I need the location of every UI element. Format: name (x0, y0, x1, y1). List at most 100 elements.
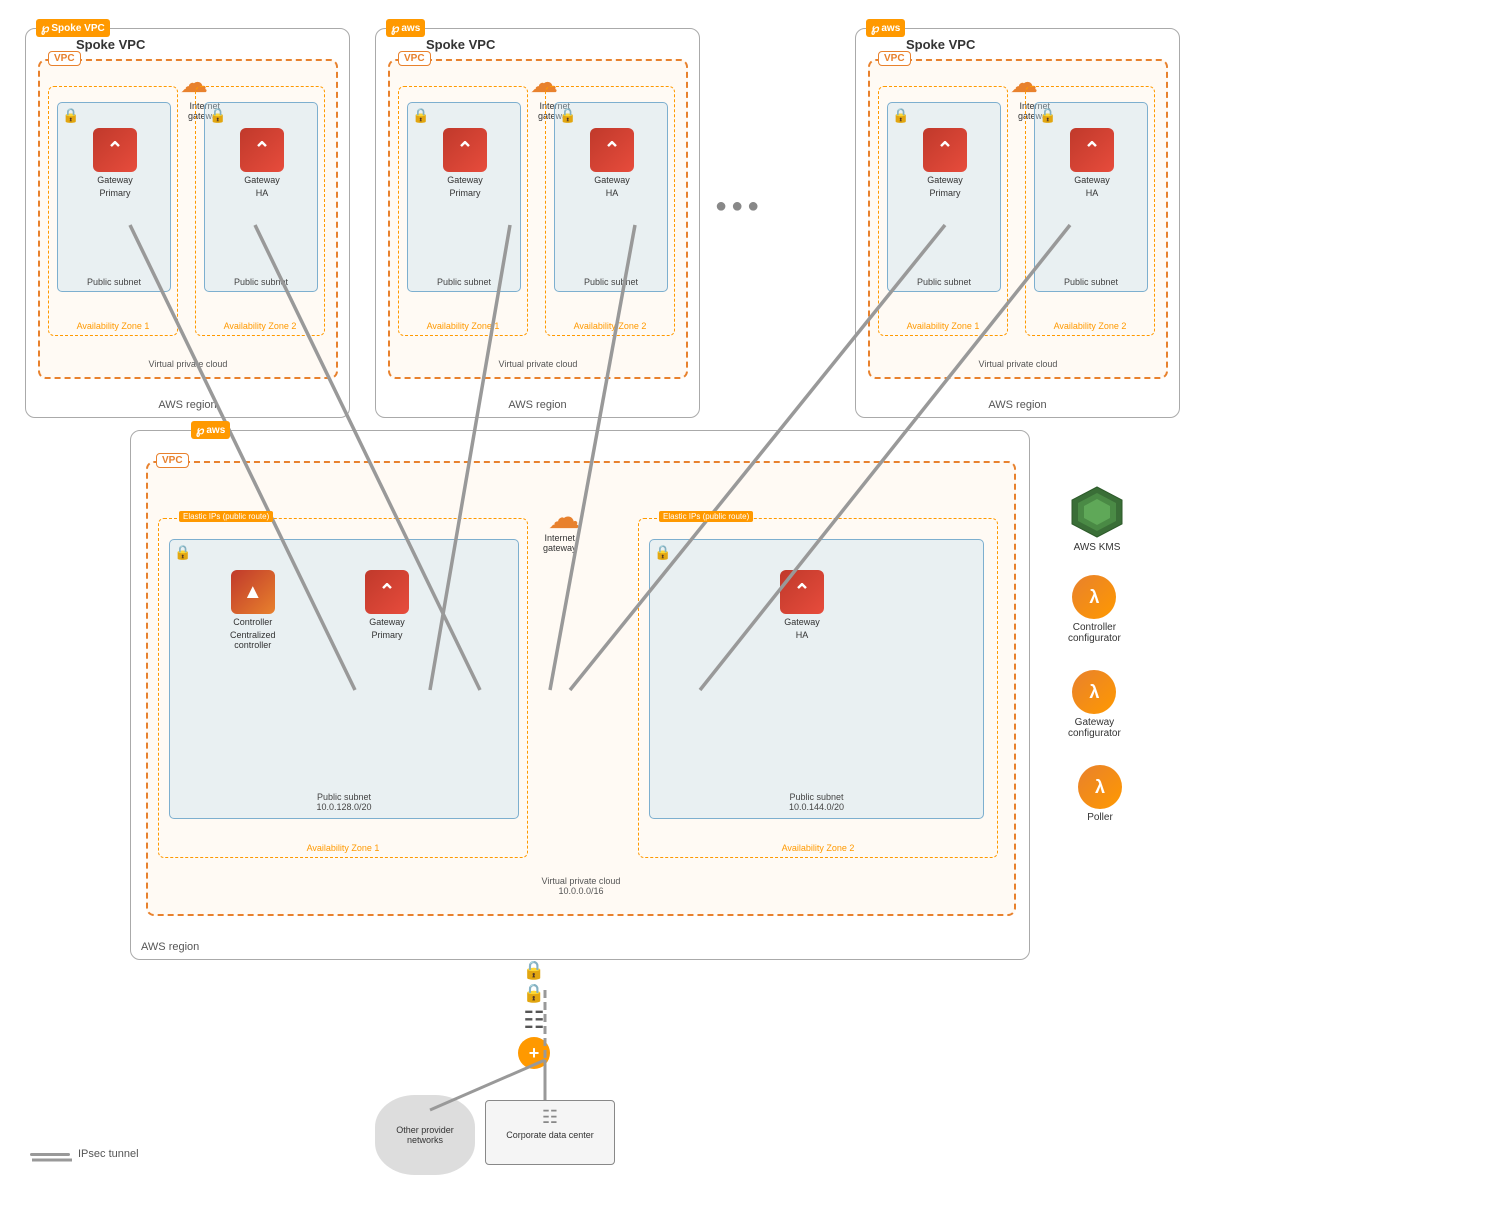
gw-ha-spoke2: ⌃ Gateway HA (590, 128, 634, 198)
corp-label: Corporate data center (496, 1130, 604, 1140)
az1-box-spoke1: 🔒 ⌃ Gateway Primary Public subnet Availa… (48, 86, 178, 336)
gw-primary-spoke2: ⌃ Gateway Primary (443, 128, 487, 198)
subnet-label-ha-spoke3: Public subnet (1064, 277, 1118, 287)
aws-region-hub: AWS region (141, 941, 199, 953)
az2-box-hub: Elastic IPs (public route) 🔒 ⌃ Gateway H… (638, 518, 998, 858)
gateway-configurator-label: Gatewayconfigurator (1068, 717, 1121, 739)
subnet-label-primary-spoke3: Public subnet (917, 277, 971, 287)
gw-primary-hub: ⌃ Gateway Primary (365, 570, 409, 640)
az2-label-spoke1: Availability Zone 2 (224, 321, 297, 331)
az2-box-spoke3: 🔒 ⌃ Gateway HA Public subnet Availabilit… (1025, 86, 1155, 336)
lambda-icon-3: λ (1078, 765, 1122, 809)
subnet-label-ha-spoke1: Public subnet (234, 277, 288, 287)
aws-region-spoke2: AWS region (508, 399, 566, 411)
az2-label-spoke3: Availability Zone 2 (1054, 321, 1127, 331)
elastic-label-1: Elastic IPs (public route) (179, 511, 273, 522)
az1-label-spoke2: Availability Zone 1 (427, 321, 500, 331)
lock-ha-spoke1: 🔒 (209, 107, 226, 124)
gw-ha-hub: ⌃ Gateway HA (780, 570, 824, 640)
vpc-cidr-label: Virtual private cloud10.0.0.0/16 (542, 876, 621, 896)
vpc-box-hub: VPC ☁ Internetgateway Elastic IPs (publi… (146, 461, 1016, 916)
subnet-ha-spoke3: 🔒 ⌃ Gateway HA Public subnet (1034, 102, 1148, 292)
az1-label-spoke1: Availability Zone 1 (77, 321, 150, 331)
lock-az2-hub: 🔒 (654, 544, 671, 561)
hub-region-box: ℘ aws VPC ☁ Internetgateway Elastic IPs … (130, 430, 1030, 960)
subnet-label-az2-hub: Public subnet10.0.144.0/20 (789, 792, 844, 812)
igw-label-hub: Internetgateway (543, 533, 577, 553)
spoke1-title: Spoke VPC (76, 37, 145, 52)
controller-configurator-label: Controllerconfigurator (1068, 622, 1121, 644)
lock-vpn-1: 🔒 (523, 960, 545, 981)
lock-az1-hub: 🔒 (174, 544, 191, 561)
subnet-ha-spoke2: 🔒 ⌃ Gateway HA Public subnet (554, 102, 668, 292)
controller-configurator-icon: λ Controllerconfigurator (1068, 575, 1121, 644)
subnet-az1-hub: 🔒 ▲ Controller Centralizedcontroller ⌃ G… (169, 539, 519, 819)
aws-badge-spoke1: ℘ Spoke VPC (36, 19, 110, 37)
vpc-inner-label-spoke1: Virtual private cloud (149, 359, 228, 369)
aws-region-spoke1: AWS region (158, 399, 216, 411)
vpc-label-hub: VPC (156, 453, 189, 468)
region-box-spoke2: ℘ aws Spoke VPC VPC ☁ 🔒 ⌃ Gateway Primar… (375, 28, 700, 418)
az2-box-spoke1: 🔒 ⌃ Gateway HA Public subnet Availabilit… (195, 86, 325, 336)
region-box-spoke3: ℘ aws Spoke VPC VPC ☁ 🔒 ⌃ Gateway Primar… (855, 28, 1180, 418)
gw-primary-spoke3: ⌃ Gateway Primary (923, 128, 967, 198)
vpc-inner-label-spoke3: Virtual private cloud (979, 359, 1058, 369)
lock-primary-spoke3: 🔒 (892, 107, 909, 124)
subnet-ha-spoke1: 🔒 ⌃ Gateway HA Public subnet (204, 102, 318, 292)
vpn-plus-icon: + (518, 1037, 550, 1069)
subnet-label-ha-spoke2: Public subnet (584, 277, 638, 287)
main-canvas: ℘ Spoke VPC Spoke VPC VPC ☁ 🔒 ⌃ (0, 0, 1500, 1209)
aws-badge-hub: ℘ aws (191, 421, 230, 439)
poller-icon: λ Poller (1078, 765, 1122, 823)
subnet-label-az1-hub: Public subnet10.0.128.0/20 (316, 792, 371, 812)
az1-label-spoke3: Availability Zone 1 (907, 321, 980, 331)
subnet-primary-spoke1: 🔒 ⌃ Gateway Primary Public subnet (57, 102, 171, 292)
vpc-inner-label-spoke2: Virtual private cloud (499, 359, 578, 369)
vpn-gateway-icon: ☷ (523, 1006, 545, 1035)
az2-label-spoke2: Availability Zone 2 (574, 321, 647, 331)
other-provider-cloud: Other provider networks (375, 1095, 475, 1175)
lock-ha-spoke2: 🔒 (559, 107, 576, 124)
subnet-primary-spoke2: 🔒 ⌃ Gateway Primary Public subnet (407, 102, 521, 292)
poller-label: Poller (1087, 812, 1113, 823)
region-box-spoke1: ℘ Spoke VPC Spoke VPC VPC ☁ 🔒 ⌃ (25, 28, 350, 418)
subnet-label-primary-spoke2: Public subnet (437, 277, 491, 287)
vpc-box-spoke1: VPC ☁ 🔒 ⌃ Gateway Primary (38, 59, 338, 379)
az2-label-hub: Availability Zone 2 (782, 843, 855, 853)
lambda-icon-1: λ (1072, 575, 1116, 619)
gw-ha-spoke1: ⌃ Gateway HA (240, 128, 284, 198)
subnet-label-primary-spoke1: Public subnet (87, 277, 141, 287)
lock-ha-spoke3: 🔒 (1039, 107, 1056, 124)
vpc-label-spoke1: VPC (48, 51, 81, 66)
controller-hub: ▲ Controller Centralizedcontroller (230, 570, 276, 650)
legend-box: IPsec tunnel (30, 1148, 139, 1160)
corp-datacenter-box: ☷ Corporate data center (485, 1100, 615, 1165)
subnet-primary-spoke3: 🔒 ⌃ Gateway Primary Public subnet (887, 102, 1001, 292)
az1-box-hub: Elastic IPs (public route) 🔒 ▲ Controlle… (158, 518, 528, 858)
lock-primary-spoke2: 🔒 (412, 107, 429, 124)
kms-label: AWS KMS (1074, 542, 1121, 553)
lock-vpn-2: 🔒 (523, 983, 545, 1004)
az1-label-hub: Availability Zone 1 (307, 843, 380, 853)
lambda-icon-2: λ (1072, 670, 1116, 714)
lock-primary-spoke1: 🔒 (62, 107, 79, 124)
ellipsis: ●●● (715, 195, 763, 218)
vpn-lock-stack: 🔒 🔒 ☷ + (518, 960, 550, 1069)
legend-label: IPsec tunnel (78, 1148, 139, 1160)
az2-box-spoke2: 🔒 ⌃ Gateway HA Public subnet Availabilit… (545, 86, 675, 336)
gateway-configurator-icon: λ Gatewayconfigurator (1068, 670, 1121, 739)
aws-badge-spoke3: ℘ aws (866, 19, 905, 37)
elastic-label-2: Elastic IPs (public route) (659, 511, 753, 522)
spoke2-title: Spoke VPC (426, 37, 495, 52)
aws-region-spoke3: AWS region (988, 399, 1046, 411)
vpc-label-spoke3: VPC (878, 51, 911, 66)
subnet-az2-hub: 🔒 ⌃ Gateway HA Public subnet10.0.144.0/2… (649, 539, 984, 819)
cloud-icon-hub: ☁ (548, 498, 580, 536)
vpc-box-spoke2: VPC ☁ 🔒 ⌃ Gateway Primary Public subnet … (388, 59, 688, 379)
az1-box-spoke2: 🔒 ⌃ Gateway Primary Public subnet Availa… (398, 86, 528, 336)
spoke3-title: Spoke VPC (906, 37, 975, 52)
vpc-label-spoke2: VPC (398, 51, 431, 66)
gw-primary-spoke1: ⌃ Gateway Primary (93, 128, 137, 198)
kms-icon-container: AWS KMS (1070, 485, 1124, 553)
legend-line (30, 1153, 70, 1156)
